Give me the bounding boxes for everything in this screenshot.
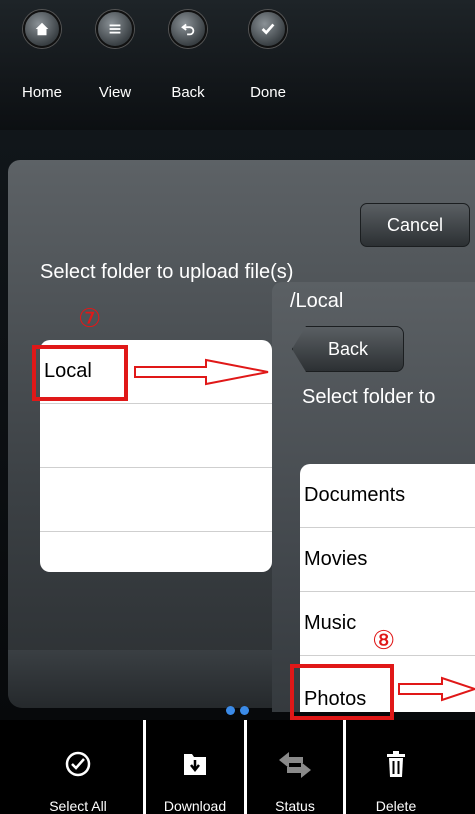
home-icon bbox=[23, 10, 61, 48]
transfer-arrows-icon bbox=[279, 752, 311, 778]
list-item[interactable]: Movies bbox=[300, 528, 475, 592]
list-icon bbox=[96, 10, 134, 48]
list-item[interactable] bbox=[40, 468, 272, 532]
checkmark-icon bbox=[249, 10, 287, 48]
download-label: Download bbox=[163, 798, 227, 814]
arrow-right-icon bbox=[398, 676, 475, 702]
undo-arrow-icon bbox=[169, 10, 207, 48]
cancel-button[interactable]: Cancel bbox=[360, 203, 470, 247]
status-button[interactable]: Status bbox=[247, 720, 343, 814]
arrow-right-icon bbox=[134, 358, 269, 386]
status-label: Status bbox=[275, 798, 315, 814]
highlight-photos bbox=[290, 664, 394, 720]
home-button[interactable]: Home bbox=[12, 10, 72, 101]
dialog-prompt: Select folder to upload file(s) bbox=[40, 261, 294, 283]
download-button[interactable]: Download bbox=[146, 720, 244, 814]
page-indicator bbox=[226, 702, 254, 720]
list-item[interactable] bbox=[40, 404, 272, 468]
delete-label: Delete bbox=[375, 798, 417, 814]
trash-icon bbox=[387, 751, 405, 777]
view-button[interactable]: View bbox=[85, 10, 145, 101]
step-7-marker: ⑦ bbox=[78, 304, 102, 334]
view-label: View bbox=[98, 84, 132, 101]
back-button[interactable]: Back bbox=[158, 10, 218, 101]
step-8-marker: ⑧ bbox=[372, 626, 396, 656]
done-label: Done bbox=[250, 84, 286, 101]
cancel-label: Cancel bbox=[386, 214, 444, 235]
list-item[interactable] bbox=[40, 532, 272, 572]
subdialog-prompt: Select folder to bbox=[302, 386, 436, 408]
sub-back-button[interactable]: Back bbox=[292, 326, 404, 372]
check-circle-icon bbox=[65, 751, 91, 777]
back-label: Back bbox=[171, 84, 205, 101]
list-item[interactable]: Documents bbox=[300, 464, 475, 528]
bottom-toolbar: Select All Download Status Delete bbox=[0, 720, 475, 814]
highlight-local bbox=[32, 345, 128, 401]
done-button[interactable]: Done bbox=[238, 10, 298, 101]
home-label: Home bbox=[21, 84, 62, 101]
sub-back-label: Back bbox=[327, 338, 369, 359]
delete-button[interactable]: Delete bbox=[346, 720, 446, 814]
download-folder-icon bbox=[184, 754, 206, 775]
select-all-label: Select All bbox=[49, 798, 107, 814]
current-path: /Local bbox=[290, 290, 344, 312]
top-toolbar: Home View Back Done bbox=[0, 0, 475, 130]
select-all-button[interactable]: Select All bbox=[28, 720, 128, 814]
